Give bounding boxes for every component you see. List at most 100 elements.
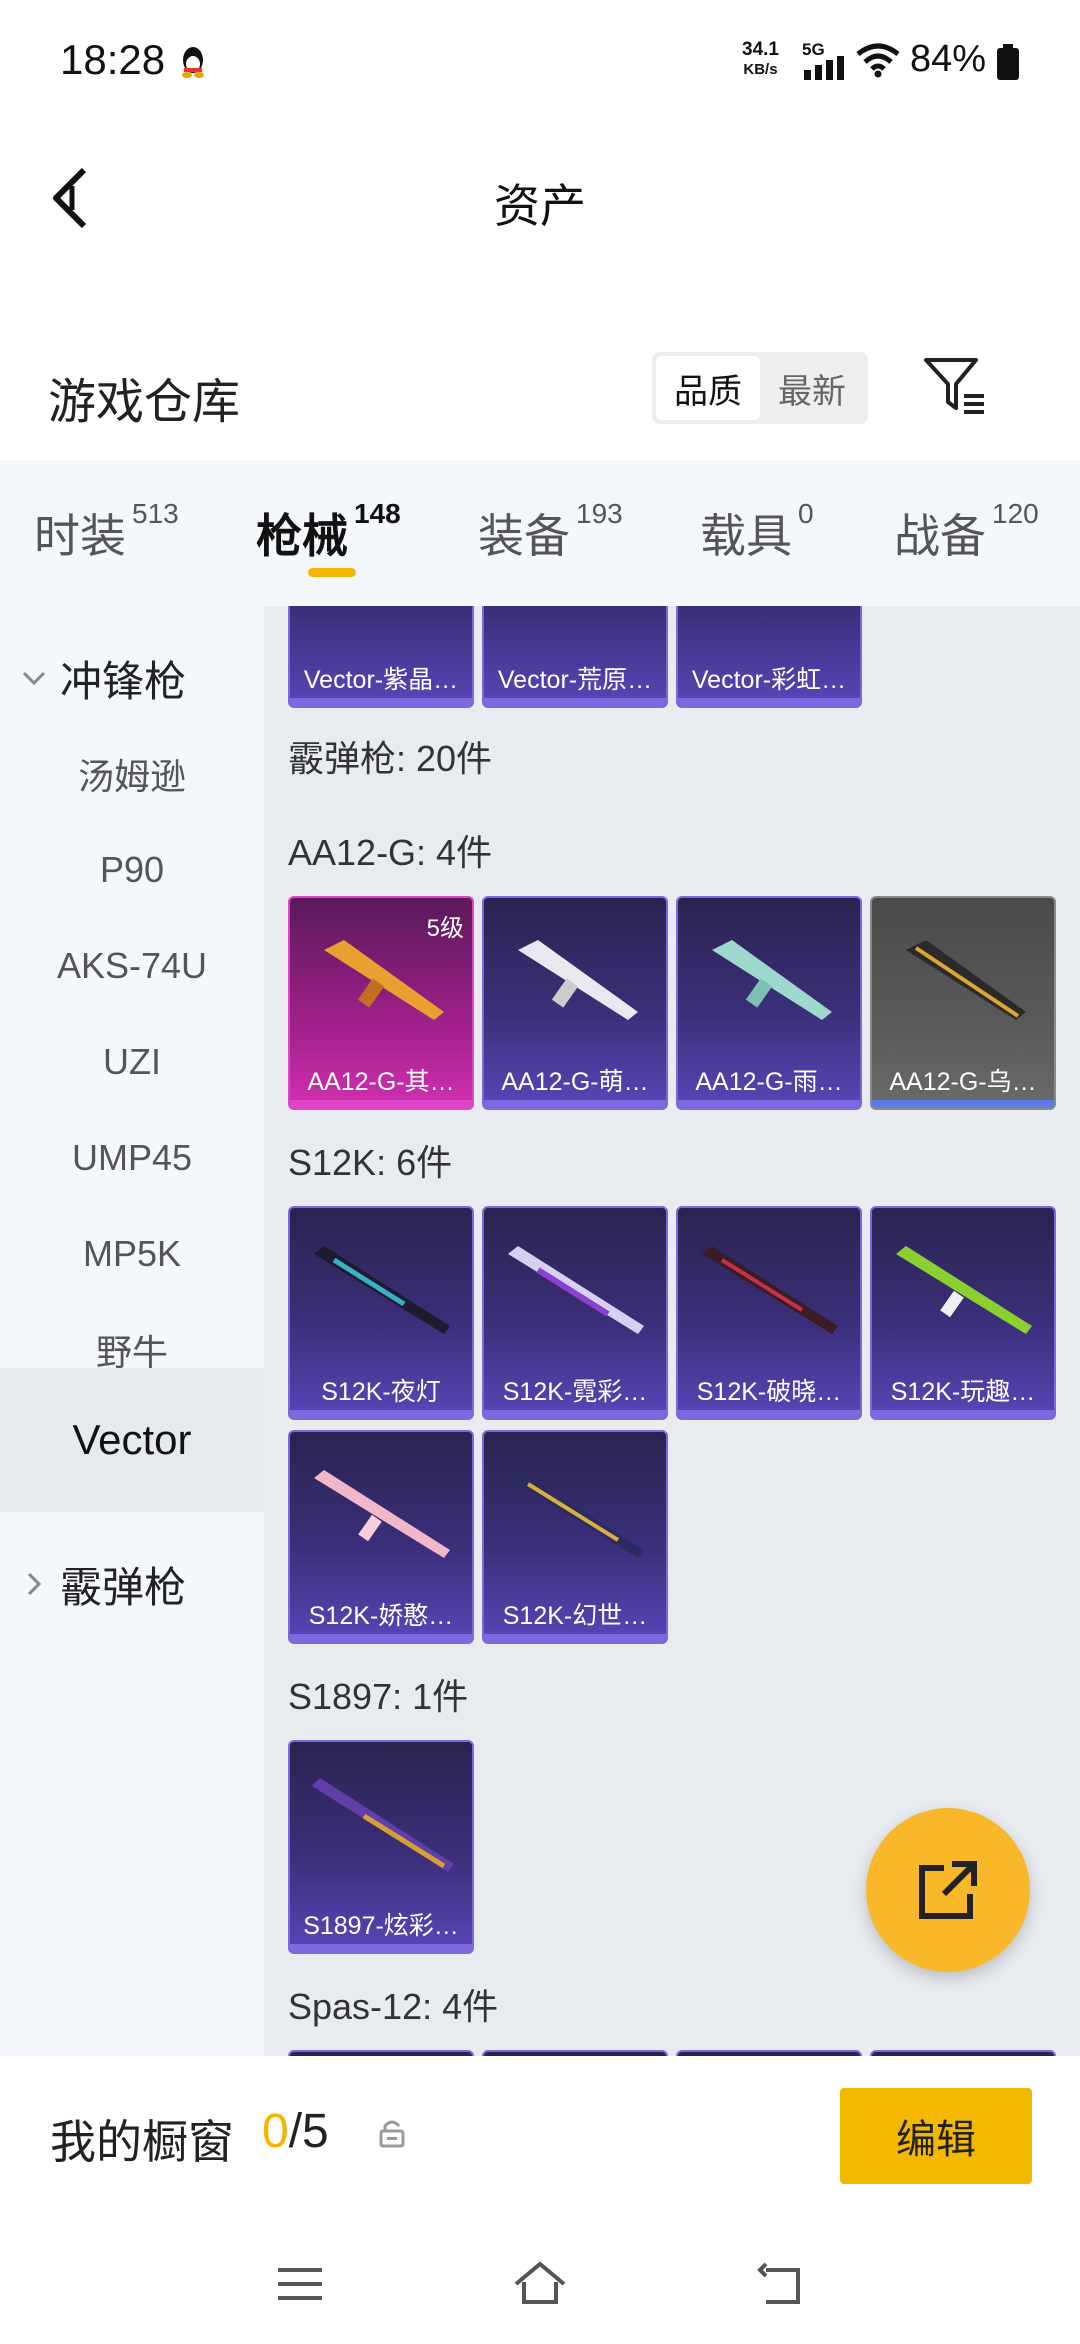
rifle-icon: [508, 1470, 644, 1558]
home-icon[interactable]: [512, 2256, 568, 2312]
filter-icon[interactable]: [920, 350, 990, 420]
active-tab-indicator: [308, 568, 356, 577]
section-label-aa12: AA12-G: 4件: [288, 832, 493, 873]
tile-name: S12K-娇憨…: [308, 1602, 454, 1630]
tile-level: 5级: [426, 915, 464, 942]
weapon-tile[interactable]: 5级 AA12-G-其…: [288, 896, 474, 1110]
tile-band: [484, 698, 666, 706]
tile-band: [484, 1410, 666, 1418]
weapon-sidebar: 冲锋枪 汤姆逊 P90 AKS-74U UZI UMP45 MP5K 野牛 Ve…: [0, 606, 264, 2056]
tile-name: S1897-炫彩…: [303, 1912, 459, 1940]
tab-label: 载具: [700, 510, 792, 562]
showcase-count-current: 0: [262, 2105, 289, 2158]
status-time: 18:28: [60, 36, 166, 83]
status-bar: 18:28 34.1 KB/s 5G 84%: [0, 0, 1080, 120]
weapon-tile[interactable]: S12K-夜灯: [288, 1206, 474, 1420]
showcase-count-total: /5: [288, 2105, 329, 2158]
sidebar-group-shotgun[interactable]: 霰弹枪: [0, 1512, 264, 1656]
chevron-right-icon: [27, 1572, 42, 1596]
edit-button[interactable]: 编辑: [840, 2088, 1032, 2184]
sidebar-group-label: 霰弹枪: [60, 1563, 187, 1611]
sort-quality-button[interactable]: 品质: [656, 356, 760, 420]
tab-count: 513: [132, 498, 179, 529]
weapon-tile[interactable]: S12K-破晓…: [676, 1206, 862, 1420]
tab-guns[interactable]: 枪械 148: [256, 498, 401, 566]
qq-icon: [182, 47, 204, 78]
tile-name: AA12-G-乌…: [889, 1068, 1037, 1096]
weapon-tile[interactable]: Vector-紫晶…: [288, 606, 474, 708]
wifi-icon: [856, 43, 900, 78]
tile-name: S12K-玩趣…: [890, 1378, 1036, 1406]
tile-name: Vector-彩虹…: [691, 666, 847, 694]
tile-band: [290, 1410, 472, 1418]
tile-band: [290, 698, 472, 706]
shotgun-icon: [906, 940, 1026, 1020]
tab-supplies[interactable]: 战备 120: [894, 498, 1039, 566]
weapon-tile[interactable]: AA12-G-乌…: [870, 896, 1056, 1110]
section-label-s12k: S12K: 6件: [288, 1142, 453, 1183]
sidebar-group-label: 冲锋枪: [60, 657, 187, 705]
share-icon: [919, 1861, 977, 1919]
menu-icon[interactable]: [272, 2256, 328, 2312]
tile-band: [678, 1100, 860, 1108]
tile-band: [290, 1634, 472, 1642]
weapon-tile[interactable]: Vector-彩虹…: [676, 606, 862, 708]
share-fab[interactable]: [866, 1808, 1030, 1972]
tile-name: AA12-G-雨…: [695, 1068, 843, 1096]
section-label-shotgun: 霰弹枪: 20件: [288, 738, 493, 779]
showcase-label: 我的橱窗: [50, 2116, 234, 2168]
tab-count: 120: [992, 498, 1039, 529]
tile-name: AA12-G-其…: [307, 1068, 455, 1096]
speed-unit: KB/s: [743, 61, 778, 78]
weapon-tile[interactable]: S12K-霓彩…: [482, 1206, 668, 1420]
tab-label: 时装: [34, 510, 126, 562]
tile-band: [872, 1410, 1054, 1418]
tile-band: [678, 1410, 860, 1418]
tile-name: S12K-霓彩…: [502, 1378, 648, 1406]
rifle-icon: [508, 1246, 644, 1334]
tile-band: [290, 1944, 472, 1952]
weapon-tile[interactable]: S12K-玩趣…: [870, 1206, 1056, 1420]
sidebar-item-vector[interactable]: Vector: [0, 1368, 264, 1512]
page-title: 资产: [494, 180, 586, 232]
tab-label: 枪械: [256, 510, 348, 562]
tile-band: [484, 1634, 666, 1642]
tab-count: 0: [798, 498, 814, 529]
sort-newest-button[interactable]: 最新: [760, 356, 864, 420]
tile-band: [290, 1100, 472, 1108]
chevron-down-icon: [22, 671, 46, 686]
shotgun-icon: [712, 940, 832, 1020]
shotgun-icon: [312, 1778, 454, 1872]
weapon-tile[interactable]: S12K-娇憨…: [288, 1430, 474, 1644]
tab-count: 193: [576, 498, 623, 529]
tile-name: S12K-夜灯: [321, 1378, 441, 1406]
tab-equipment[interactable]: 装备 193: [478, 498, 623, 566]
tab-vehicles[interactable]: 载具 0: [700, 498, 814, 566]
weapon-tile[interactable]: AA12-G-雨…: [676, 896, 862, 1110]
rifle-icon: [314, 1470, 450, 1558]
battery-level: 84%: [910, 38, 987, 80]
back-nav-icon[interactable]: [752, 2256, 808, 2312]
speed-value: 34.1: [742, 39, 779, 60]
rifle-icon: [896, 1246, 1032, 1334]
signal-icon: [804, 56, 844, 80]
section-label-s1897: S1897: 1件: [288, 1676, 469, 1717]
network-speed: 34.1 KB/s: [742, 40, 779, 80]
shotgun-icon: [518, 940, 638, 1020]
tile-name: S12K-破晓…: [696, 1378, 842, 1406]
weapon-tile[interactable]: AA12-G-萌…: [482, 896, 668, 1110]
section-label-spas12: Spas-12: 4件: [288, 1986, 499, 2027]
tile-name: Vector-紫晶…: [303, 666, 459, 694]
tab-label: 装备: [478, 510, 570, 562]
tile-name: AA12-G-萌…: [501, 1068, 649, 1096]
weapon-tile[interactable]: Vector-荒原…: [482, 606, 668, 708]
rifle-icon: [314, 1246, 450, 1334]
lock-icon: [379, 2120, 405, 2148]
weapon-tile[interactable]: S1897-炫彩…: [288, 1740, 474, 1954]
tab-count: 148: [354, 498, 401, 529]
tile-band: [484, 1100, 666, 1108]
tab-label: 战备: [894, 510, 986, 562]
tab-fashion[interactable]: 时装 513: [34, 498, 179, 566]
weapon-tile[interactable]: S12K-幻世…: [482, 1430, 668, 1644]
rifle-icon: [702, 1246, 838, 1334]
